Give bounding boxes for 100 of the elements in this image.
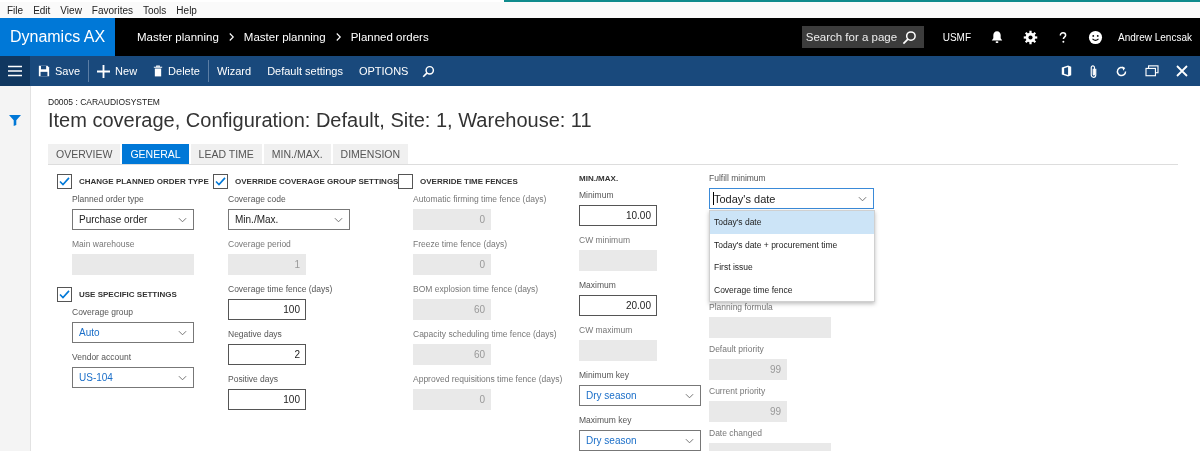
input-field: 1 [228,254,306,275]
user-name[interactable]: Andrew Lencsak [1118,31,1192,43]
tab[interactable]: LEAD TIME [190,144,262,164]
field-label: Current priority [709,386,767,398]
toolbar-button[interactable]: Default settings [259,56,351,86]
chevron-icon[interactable] [858,195,867,202]
input-field: 0 [413,209,491,230]
field-label: Maximum [579,280,617,292]
field-label: Planning formula [709,302,774,314]
menu-item[interactable]: Favorites [88,4,140,16]
plus-icon [97,64,111,78]
breadcrumb-link[interactable]: Master planning [137,31,219,43]
field-label: Default priority [709,344,765,356]
checkbox-label: CHANGE PLANNED ORDER TYPE [79,177,209,186]
dropdown-field[interactable]: Dry season [579,430,701,451]
toolbar-button[interactable]: Wizard [208,56,260,86]
checkbox-label: OVERRIDE TIME FENCES [420,177,518,186]
app-name[interactable]: Dynamics AX [0,18,115,56]
record-caption: D0005 : CARAUDIOSYSTEM [48,97,161,107]
input-field[interactable]: 100 [228,299,306,320]
tab[interactable]: GENERAL [122,144,189,164]
popout-icon[interactable] [1145,65,1159,77]
dropdown-field[interactable]: Dry season [579,385,701,406]
toolbar-button[interactable]: Save [30,56,89,86]
smiley-icon[interactable] [1088,29,1104,45]
input-field[interactable]: 20.00 [579,295,657,316]
refresh-icon[interactable] [1115,64,1128,78]
breadcrumb-link[interactable]: Planned orders [350,31,429,43]
dropdown-field[interactable]: Min./Max. [228,209,350,230]
tab[interactable]: MIN./MAX. [263,144,331,164]
input-field: 99 [709,401,787,422]
toolbar-button[interactable]: Delete [145,56,208,86]
search-icon[interactable] [422,64,436,78]
input-field: 0 [413,254,491,275]
field-label: Minimum key [579,370,631,382]
chevron-icon[interactable] [178,329,187,336]
dropdown-field[interactable]: Today's date [709,188,874,209]
field-label: BOM explosion time fence (days) [413,284,540,296]
dropdown-field[interactable]: US-104 [72,367,194,388]
field-label: Planned order type [72,194,145,206]
dropdown-field[interactable]: Purchase order [72,209,194,230]
chevron-icon[interactable] [178,374,187,381]
chevron-icon[interactable] [685,437,694,444]
chevron-icon[interactable] [334,216,343,223]
filter-icon[interactable] [9,114,21,126]
field-label: CW maximum [579,325,634,337]
company-selector[interactable]: USMF [942,31,972,43]
checkbox[interactable] [213,174,228,189]
menu-item[interactable]: Tools [140,4,174,16]
chevron-icon [227,32,235,42]
tab[interactable]: OVERVIEW [48,144,121,164]
input-field[interactable]: 100 [228,389,306,410]
checkbox[interactable] [57,174,72,189]
field-label: Maximum key [579,415,633,427]
menu-item[interactable]: Edit [30,4,58,16]
input-field: 99 [709,359,787,380]
field-label: Coverage group [72,307,134,319]
field-label: Vendor account [72,352,133,364]
bell-icon[interactable] [990,30,1005,44]
menu-item[interactable]: Help [173,4,204,16]
tab[interactable]: DIMENSION [332,144,409,164]
paperclip-icon[interactable] [1089,63,1098,79]
dropdown-option[interactable]: Today's date + procurement time [710,233,874,256]
input-field: 60 [413,299,491,320]
menu-item[interactable]: View [57,4,89,16]
field-label: Main warehouse [72,239,136,251]
field-label: CW minimum [579,235,631,247]
toolbar-button[interactable]: OPTIONS [350,56,417,86]
field-label: Coverage code [228,194,287,206]
search-field[interactable]: Search for a page [801,26,924,48]
field-label: Minimum [579,190,615,202]
group-heading: MIN./MAX. [579,173,620,185]
dropdown-option[interactable]: Coverage time fence [710,278,874,301]
office-icon[interactable] [1061,64,1072,78]
breadcrumb-link[interactable]: Master planning [243,31,326,43]
input-field: 60 [413,344,491,365]
save-icon [38,65,50,77]
field-label: Coverage period [228,239,292,251]
dropdown-option[interactable]: Today's date [710,211,874,234]
input-field[interactable]: 2 [228,344,306,365]
checkbox-label: OVERRIDE COVERAGE GROUP SETTINGS [235,177,399,186]
field-label: Negative days [228,329,283,341]
chevron-icon [334,32,342,42]
field-label: Freeze time fence (days) [413,239,508,251]
chevron-icon[interactable] [178,216,187,223]
dropdown-field[interactable]: Auto [72,322,194,343]
dropdown-option[interactable]: First issue [710,256,874,279]
field-label: Fulfill minimum [709,173,767,185]
input-field[interactable]: 10.00 [579,205,657,226]
checkbox[interactable] [57,287,72,302]
checkbox[interactable] [398,174,413,189]
search-icon[interactable] [901,29,917,45]
menu-icon[interactable] [0,56,30,86]
toolbar-button[interactable]: New [89,56,146,86]
menu-item[interactable]: File [4,4,31,16]
settings-icon[interactable] [1023,29,1039,45]
chevron-icon[interactable] [685,392,694,399]
field-label: Approved requisitions time fence (days) [413,374,564,386]
field-label: Capacity scheduling time fence (days) [413,329,558,341]
close-icon[interactable] [1176,65,1188,77]
